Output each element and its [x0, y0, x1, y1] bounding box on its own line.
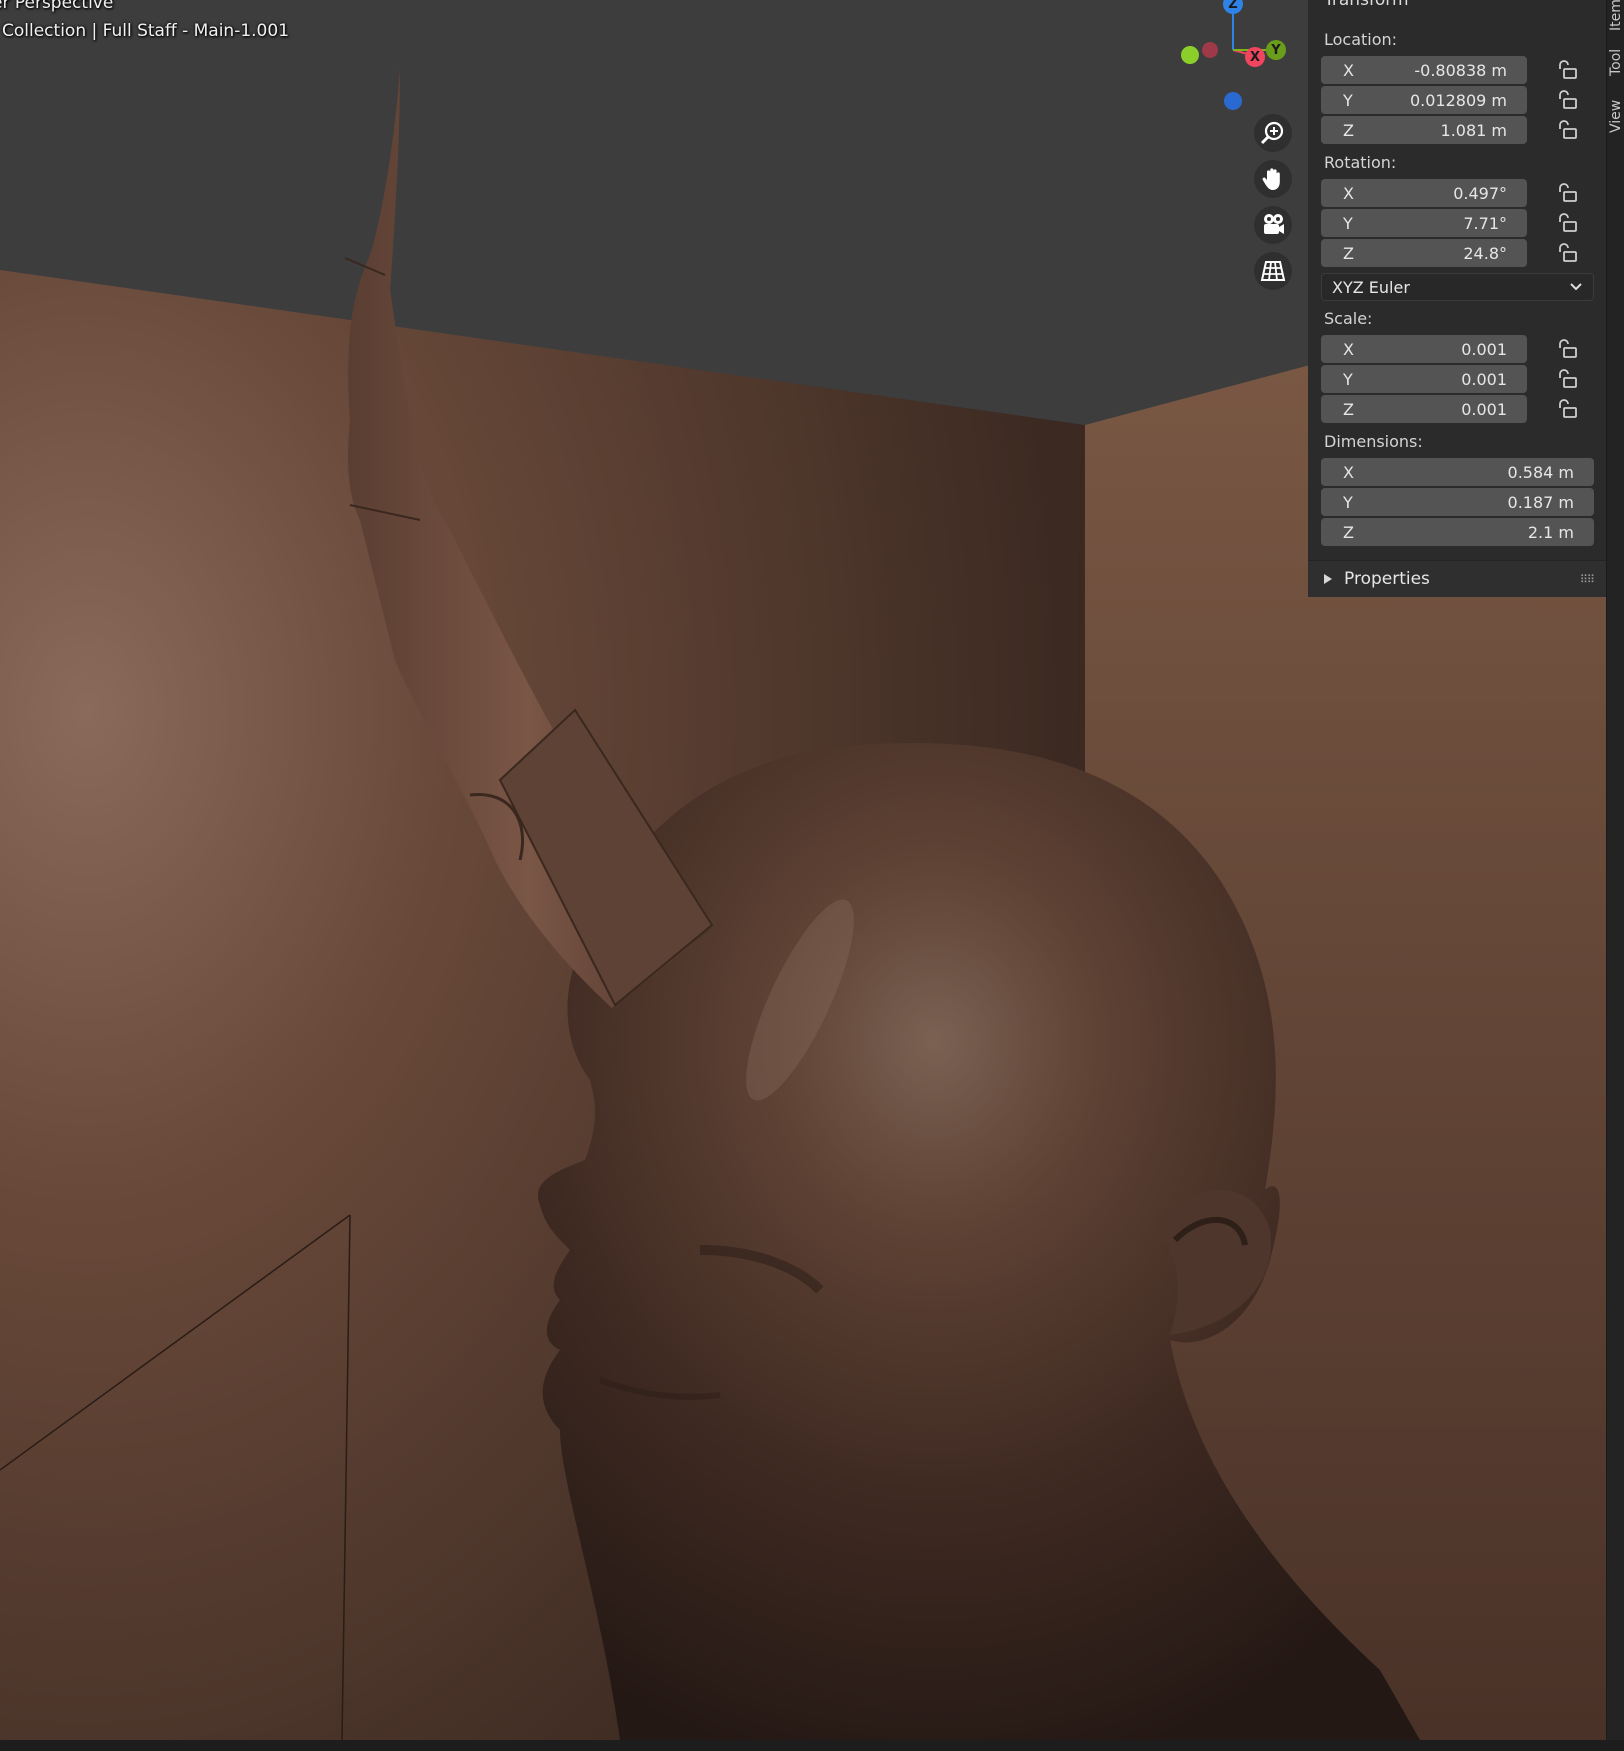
lock-scale-y-icon[interactable]: [1556, 369, 1578, 389]
gizmo-neg-y-axis[interactable]: [1181, 46, 1199, 64]
sidebar-tabs: Item Tool View: [1606, 0, 1624, 1740]
gizmo-x-label: X: [1249, 49, 1261, 65]
axis-label: X: [1343, 339, 1354, 359]
axis-label: Y: [1343, 492, 1353, 512]
gizmo-neg-z-axis[interactable]: [1224, 92, 1242, 110]
axis-label: Z: [1343, 522, 1354, 542]
axis-label: Y: [1343, 369, 1353, 389]
scale-x-field[interactable]: X 0.001: [1321, 335, 1527, 363]
zoom-button[interactable]: [1254, 114, 1292, 152]
camera-icon: [1264, 214, 1284, 234]
axis-label: X: [1343, 183, 1354, 203]
rotation-z-field[interactable]: Z 24.8°: [1321, 239, 1527, 267]
gizmo-y-label: Y: [1271, 42, 1281, 58]
ortho-toggle-button[interactable]: [1254, 252, 1292, 290]
zoom-icon: [1260, 121, 1284, 145]
rotation-x-field[interactable]: X 0.497°: [1321, 179, 1527, 207]
dimensions-z-field[interactable]: Z 2.1 m: [1321, 518, 1594, 546]
gizmo-x-axis[interactable]: X: [1245, 47, 1265, 67]
field-value: 7.71°: [1463, 213, 1507, 233]
axis-label: Z: [1343, 399, 1354, 419]
field-value: 0.584 m: [1507, 462, 1574, 482]
chevron-down-icon: [1570, 283, 1582, 291]
camera-view-button[interactable]: [1254, 206, 1292, 244]
location-x-field[interactable]: X -0.80838 m: [1321, 56, 1527, 84]
axis-label: Z: [1343, 120, 1354, 140]
lock-rotation-z-icon[interactable]: [1556, 243, 1578, 263]
rotation-label: Rotation:: [1324, 153, 1397, 172]
dimensions-label: Dimensions:: [1324, 432, 1423, 451]
axis-label: Y: [1343, 213, 1353, 233]
lock-scale-z-icon[interactable]: [1556, 399, 1578, 419]
hand-pan-icon: [1262, 168, 1280, 190]
lock-location-y-icon[interactable]: [1556, 90, 1578, 110]
gizmo-z-label: Z: [1228, 0, 1238, 12]
field-value: 0.012809 m: [1409, 90, 1507, 110]
rotation-y-field[interactable]: Y 7.71°: [1321, 209, 1527, 237]
viewport-collection-info: Collection | Full Staff - Main-1.001: [2, 21, 290, 41]
axis-label: X: [1343, 60, 1354, 80]
lock-rotation-y-icon[interactable]: [1556, 213, 1578, 233]
navigation-gizmo[interactable]: Z X Y: [1170, 0, 1300, 120]
lock-rotation-x-icon[interactable]: [1556, 183, 1578, 203]
properties-label: Properties: [1344, 569, 1430, 589]
lock-location-z-icon[interactable]: [1556, 120, 1578, 140]
sidebar-n-panel: Transform Location: X -0.80838 m Y 0.012…: [1308, 0, 1606, 597]
field-value: 0.001: [1461, 399, 1507, 419]
tab-tool[interactable]: Tool: [1607, 40, 1624, 84]
status-bar: [0, 1740, 1624, 1751]
gizmo-y-axis[interactable]: Y: [1266, 40, 1286, 60]
location-label: Location:: [1324, 30, 1398, 49]
tab-item[interactable]: Item: [1607, 0, 1624, 31]
field-value: 24.8°: [1463, 243, 1507, 263]
pan-button[interactable]: [1254, 160, 1292, 198]
3d-viewport[interactable]: er Perspective Collection | Full Staff -…: [0, 0, 1624, 1740]
properties-panel-header[interactable]: Properties ⠿⠿: [1308, 560, 1606, 597]
location-y-field[interactable]: Y 0.012809 m: [1321, 86, 1527, 114]
gizmo-neg-x-axis[interactable]: [1202, 42, 1218, 58]
field-value: 2.1 m: [1527, 522, 1574, 542]
scale-label: Scale:: [1324, 309, 1373, 328]
grid-icon: [1260, 261, 1286, 281]
lock-scale-x-icon[interactable]: [1556, 339, 1578, 359]
viewport-title: er Perspective: [0, 0, 114, 13]
dimensions-y-field[interactable]: Y 0.187 m: [1321, 488, 1594, 516]
transform-panel-header[interactable]: Transform: [1324, 0, 1409, 10]
axis-label: X: [1343, 462, 1354, 482]
scale-y-field[interactable]: Y 0.001: [1321, 365, 1527, 393]
field-value: -0.80838 m: [1414, 60, 1507, 80]
rotation-mode-dropdown[interactable]: XYZ Euler: [1321, 273, 1594, 301]
field-value: 0.001: [1461, 339, 1507, 359]
scale-z-field[interactable]: Z 0.001: [1321, 395, 1527, 423]
triangle-right-icon: [1324, 574, 1332, 584]
field-value: 0.001: [1461, 369, 1507, 389]
lock-location-x-icon[interactable]: [1556, 60, 1578, 80]
rotation-mode-value: XYZ Euler: [1332, 277, 1410, 297]
location-z-field[interactable]: Z 1.081 m: [1321, 116, 1527, 144]
field-value: 0.497°: [1453, 183, 1507, 203]
axis-label: Z: [1343, 243, 1354, 263]
tab-view[interactable]: View: [1607, 92, 1624, 140]
drag-handle-icon[interactable]: ⠿⠿: [1580, 573, 1595, 586]
axis-label: Y: [1343, 90, 1353, 110]
dimensions-x-field[interactable]: X 0.584 m: [1321, 458, 1594, 486]
field-value: 1.081 m: [1440, 120, 1507, 140]
field-value: 0.187 m: [1507, 492, 1574, 512]
